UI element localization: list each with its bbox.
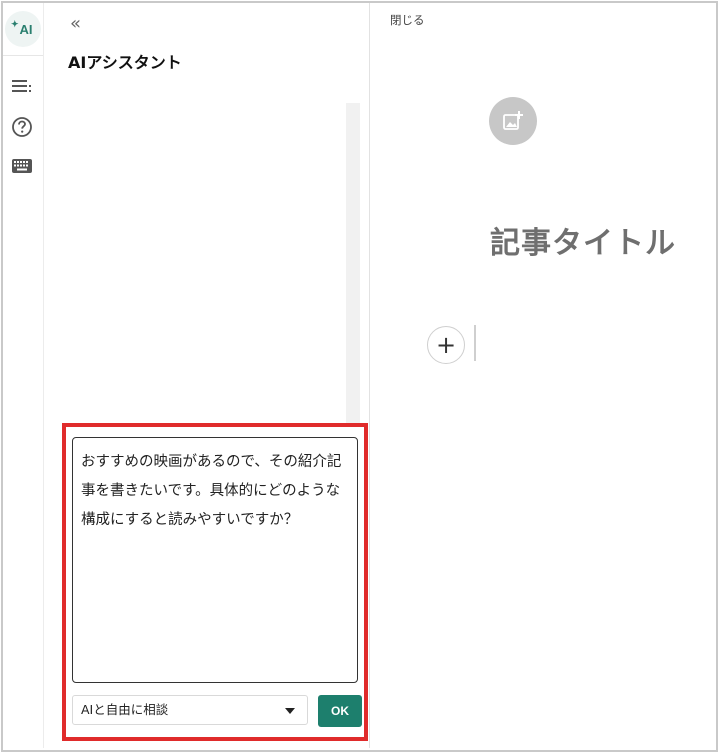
- prompt-textarea[interactable]: おすすめの映画があるので、その紹介記事を書きたいです。具体的にどのような構成にす…: [72, 437, 358, 683]
- rail-divider: [3, 55, 43, 56]
- add-image-icon: [503, 111, 523, 130]
- plus-icon: +: [435, 331, 457, 359]
- sparkle-icon: ✦: [11, 19, 19, 29]
- panel-title: AIアシスタント: [68, 53, 182, 72]
- collapse-panel-button[interactable]: «: [70, 15, 81, 33]
- chevron-down-icon: [285, 708, 295, 714]
- keyboard-icon[interactable]: [11, 155, 33, 177]
- menu-lines-icon[interactable]: [11, 75, 33, 97]
- add-block-button[interactable]: +: [427, 326, 465, 364]
- article-title-input[interactable]: 記事タイトル: [490, 218, 676, 262]
- add-image-button[interactable]: [489, 97, 537, 145]
- panel-scrollbar[interactable]: [346, 103, 360, 423]
- ai-badge-label: AI: [19, 21, 33, 37]
- mode-select[interactable]: AIと自由に相談: [72, 695, 308, 725]
- ai-assistant-button[interactable]: ✦ AI: [5, 11, 41, 47]
- mode-select-value: AIと自由に相談: [81, 702, 169, 717]
- help-circle-icon[interactable]: [11, 116, 33, 138]
- text-cursor: [474, 325, 476, 361]
- icon-rail: ✦ AI: [3, 3, 44, 748]
- prompt-composer: おすすめの映画があるので、その紹介記事を書きたいです。具体的にどのような構成にす…: [62, 423, 368, 741]
- ok-button[interactable]: OK: [318, 695, 362, 727]
- close-button[interactable]: 閉じる: [390, 12, 425, 28]
- ai-assistant-panel: « AIアシスタント おすすめの映画があるので、その紹介記事を書きたいです。具体…: [44, 3, 370, 748]
